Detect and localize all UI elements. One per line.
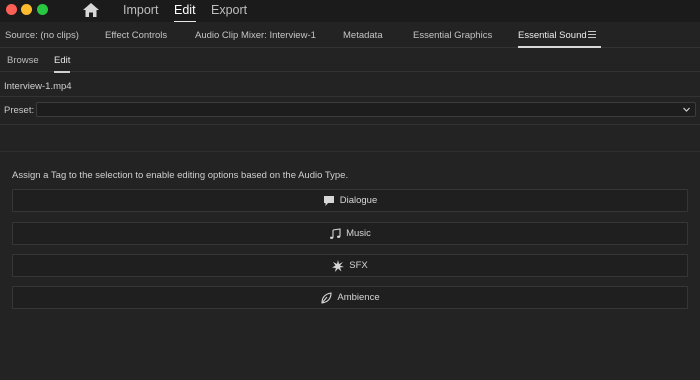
ambience-label: Ambience [337,292,380,303]
workspace-tab-edit[interactable]: Edit [174,2,196,23]
hamburger-menu-icon[interactable] [588,31,596,39]
tab-audio-clip-mixer[interactable]: Audio Clip Mixer: Interview-1 [195,30,316,42]
music-tag-button[interactable]: Music [12,222,688,245]
tab-edit[interactable]: Edit [54,55,71,73]
close-window-button[interactable] [6,4,17,15]
home-icon[interactable] [82,2,100,18]
panel-tab-strip: Source: (no clips) Effect Controls Audio… [0,22,700,48]
preset-row: Preset: [0,97,700,125]
leaf-icon [320,291,332,304]
music-note-icon [329,227,341,240]
tab-essential-graphics[interactable]: Essential Graphics [413,30,492,42]
preset-label: Preset: [4,105,35,116]
sfx-tag-button[interactable]: SFX [12,254,688,277]
maximize-window-button[interactable] [37,4,48,15]
preset-dropdown[interactable] [36,102,696,117]
clip-name: Interview-1.mp4 [0,73,700,97]
tag-hint-text: Assign a Tag to the selection to enable … [12,170,349,181]
dialogue-label: Dialogue [339,195,378,206]
tab-source[interactable]: Source: (no clips) [5,30,79,42]
tab-browse[interactable]: Browse [7,55,39,67]
minimize-window-button[interactable] [21,4,32,15]
essential-sound-subtabs: Browse Edit [0,48,700,73]
tab-metadata[interactable]: Metadata [343,30,383,42]
title-bar: Import Edit Export [0,0,700,23]
workspace-tab-import[interactable]: Import [123,2,158,18]
dialogue-tag-button[interactable]: Dialogue [12,189,688,212]
section-divider [0,151,700,152]
burst-icon [332,259,345,272]
sfx-label: SFX [349,260,368,271]
workspace-tab-export[interactable]: Export [211,2,247,18]
speech-bubble-icon [323,195,335,207]
music-label: Music [346,228,371,239]
ambience-tag-button[interactable]: Ambience [12,286,688,309]
chevron-down-icon [683,107,690,112]
tab-effect-controls[interactable]: Effect Controls [105,30,167,42]
tab-essential-sound[interactable]: Essential Sound [518,30,601,48]
